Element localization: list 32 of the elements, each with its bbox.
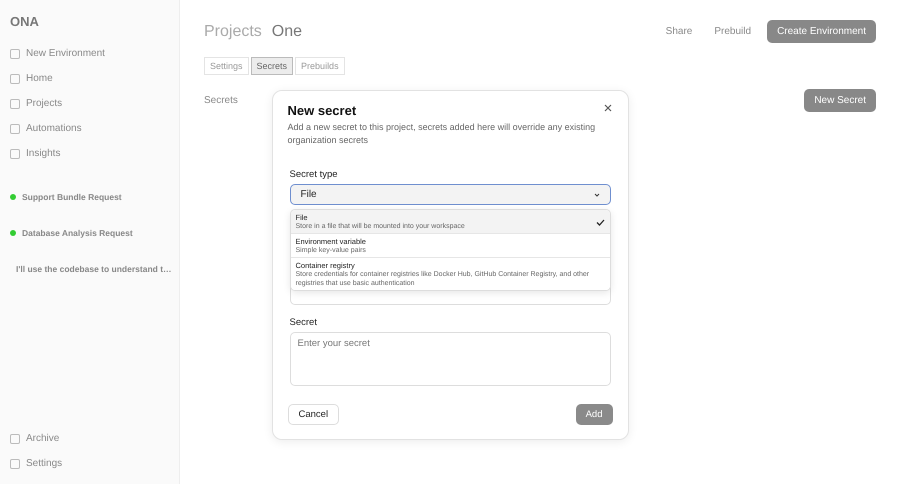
header-button[interactable]: Share bbox=[660, 25, 698, 38]
chevron-icon bbox=[594, 192, 600, 196]
breadcrumb-item[interactable]: Projects bbox=[204, 22, 262, 40]
sidebar-item[interactable]: Insights bbox=[8, 143, 171, 164]
sidebar-item[interactable]: Settings bbox=[8, 453, 171, 474]
brand-logo: ONA bbox=[10, 14, 39, 29]
environment-item[interactable]: Database Analysis Request bbox=[8, 220, 171, 252]
breadcrumb-item[interactable]: One bbox=[272, 22, 302, 40]
header-button[interactable]: Prebuild bbox=[708, 25, 758, 38]
environment-item[interactable]: I'll use the codebase to understand t… bbox=[8, 256, 171, 288]
tab[interactable]: Secrets bbox=[250, 57, 294, 75]
sidebar-item[interactable]: Projects bbox=[8, 93, 171, 114]
tab[interactable]: Prebuilds bbox=[295, 57, 345, 75]
cancel-button[interactable]: Cancel bbox=[288, 404, 340, 425]
new-environment-item[interactable]: New Environment bbox=[8, 43, 171, 64]
add-button[interactable]: Add bbox=[576, 404, 612, 425]
environment-item[interactable]: Support Bundle Request bbox=[8, 184, 171, 216]
secret-type-select[interactable]: File bbox=[290, 184, 610, 205]
field-label: Secret type bbox=[290, 169, 339, 180]
tab[interactable]: Settings bbox=[204, 57, 249, 75]
dialog-description: Add a new secret to this project, secrets added here will override any existing organization secrets bbox=[288, 121, 596, 147]
section-title: Secrets bbox=[204, 95, 238, 106]
check-icon bbox=[596, 219, 604, 226]
sidebar-item[interactable]: Archive bbox=[8, 428, 171, 449]
sidebar-item[interactable]: Automations bbox=[8, 118, 171, 139]
field-label: Secret bbox=[290, 317, 318, 328]
dialog-title: New secret bbox=[288, 103, 356, 118]
secret-field[interactable]: Enter your secret bbox=[290, 332, 610, 386]
close-icon[interactable] bbox=[602, 103, 612, 113]
sidebar-item[interactable]: Home bbox=[8, 68, 171, 89]
new-secret-button[interactable]: New Secret bbox=[804, 89, 876, 112]
create-environment-button[interactable]: Create Environment bbox=[767, 20, 876, 43]
